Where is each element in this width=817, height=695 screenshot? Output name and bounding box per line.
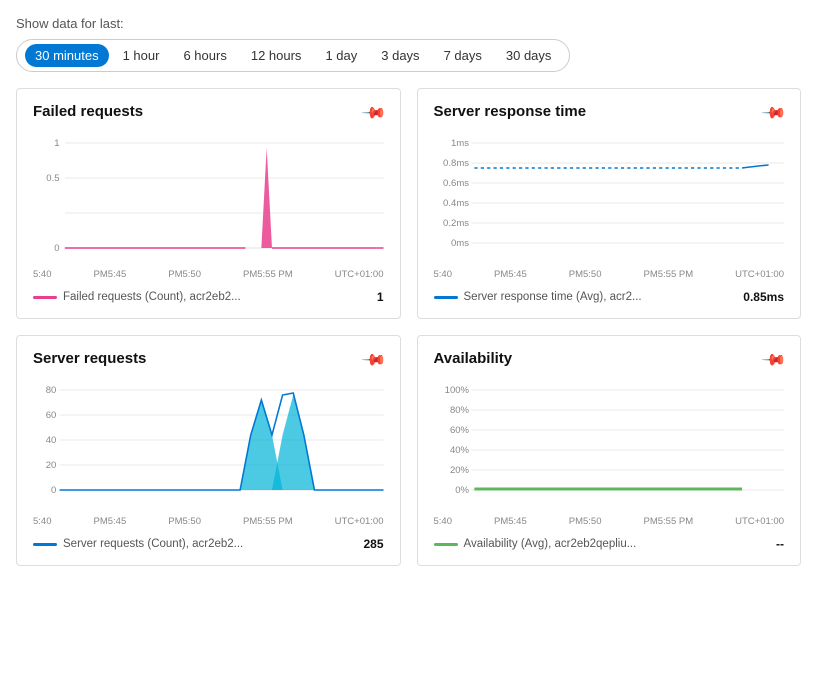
filter-30days[interactable]: 30 days — [496, 44, 562, 67]
svg-text:0: 0 — [54, 243, 59, 253]
server-response-legend-label: Server response time (Avg), acr2... — [464, 291, 642, 303]
failed-requests-card: Failed requests 📌 1 0.5 0 — [16, 88, 401, 319]
svg-text:0%: 0% — [455, 485, 469, 495]
availability-legend-line — [434, 543, 458, 546]
legend-left: Failed requests (Count), acr2eb2... — [33, 291, 241, 303]
server-requests-x-axis: 5:40PM5:45PM5:50PM5:55 PMUTC+01:00 — [33, 516, 384, 527]
svg-text:40%: 40% — [449, 445, 468, 455]
filter-1day[interactable]: 1 day — [315, 44, 367, 67]
svg-text:1ms: 1ms — [451, 138, 469, 148]
pin-icon-2[interactable]: 📌 — [760, 99, 788, 127]
pin-icon[interactable]: 📌 — [359, 99, 387, 127]
availability-chart-area: 100% 80% 60% 40% 20% 0% — [434, 380, 785, 510]
availability-header: Availability 📌 — [434, 350, 785, 370]
server-requests-legend-line — [33, 543, 57, 546]
failed-requests-x-axis: 5:40PM5:45PM5:50PM5:55 PMUTC+01:00 — [33, 269, 384, 280]
availability-title: Availability — [434, 350, 513, 367]
filter-30min[interactable]: 30 minutes — [25, 44, 109, 67]
filter-3days[interactable]: 3 days — [371, 44, 429, 67]
show-data-label: Show data for last: — [16, 16, 801, 31]
server-response-chart-area: 1ms 0.8ms 0.6ms 0.4ms 0.2ms 0ms — [434, 133, 785, 263]
availability-x-axis: 5:40PM5:45PM5:50PM5:55 PMUTC+01:00 — [434, 516, 785, 527]
availability-legend-label: Availability (Avg), acr2eb2qepliu... — [464, 538, 637, 550]
server-response-x-axis: 5:40PM5:45PM5:50PM5:55 PMUTC+01:00 — [434, 269, 785, 280]
svg-text:0ms: 0ms — [451, 238, 469, 248]
legend-left-3: Server requests (Count), acr2eb2... — [33, 538, 243, 550]
server-response-title: Server response time — [434, 103, 587, 120]
filter-7days[interactable]: 7 days — [434, 44, 492, 67]
time-filter-bar: 30 minutes 1 hour 6 hours 12 hours 1 day… — [16, 39, 570, 72]
filter-1hour[interactable]: 1 hour — [113, 44, 170, 67]
charts-grid: Failed requests 📌 1 0.5 0 — [16, 88, 801, 566]
filter-12hours[interactable]: 12 hours — [241, 44, 312, 67]
svg-text:0.4ms: 0.4ms — [443, 198, 469, 208]
svg-text:0.2ms: 0.2ms — [443, 218, 469, 228]
filter-6hours[interactable]: 6 hours — [173, 44, 236, 67]
server-response-card: Server response time 📌 1ms 0.8ms 0.6ms 0… — [417, 88, 802, 319]
server-response-legend-line — [434, 296, 458, 299]
failed-requests-legend-label: Failed requests (Count), acr2eb2... — [63, 291, 241, 303]
svg-text:0.5: 0.5 — [46, 173, 59, 183]
legend-left-4: Availability (Avg), acr2eb2qepliu... — [434, 538, 637, 550]
server-response-header: Server response time 📌 — [434, 103, 785, 123]
server-requests-legend-value: 285 — [363, 537, 383, 551]
svg-text:0.8ms: 0.8ms — [443, 158, 469, 168]
failed-requests-header: Failed requests 📌 — [33, 103, 384, 123]
legend-left-2: Server response time (Avg), acr2... — [434, 291, 642, 303]
pin-icon-3[interactable]: 📌 — [359, 346, 387, 374]
availability-legend: Availability (Avg), acr2eb2qepliu... -- — [434, 537, 785, 551]
failed-requests-legend-value: 1 — [377, 290, 384, 304]
pin-icon-4[interactable]: 📌 — [760, 346, 788, 374]
server-requests-chart-area: 80 60 40 20 0 — [33, 380, 384, 510]
failed-requests-title: Failed requests — [33, 103, 143, 120]
svg-text:100%: 100% — [444, 385, 468, 395]
svg-text:0: 0 — [51, 485, 56, 495]
svg-text:20: 20 — [46, 460, 57, 470]
server-response-legend: Server response time (Avg), acr2... 0.85… — [434, 290, 785, 304]
svg-text:60%: 60% — [449, 425, 468, 435]
availability-legend-value: -- — [776, 537, 784, 551]
failed-requests-legend: Failed requests (Count), acr2eb2... 1 — [33, 290, 384, 304]
svg-text:60: 60 — [46, 410, 57, 420]
server-response-legend-value: 0.85ms — [743, 290, 784, 304]
svg-text:40: 40 — [46, 435, 57, 445]
server-requests-legend-label: Server requests (Count), acr2eb2... — [63, 538, 243, 550]
server-requests-title: Server requests — [33, 350, 146, 367]
failed-requests-legend-line — [33, 296, 57, 299]
svg-text:1: 1 — [54, 138, 59, 148]
server-requests-legend: Server requests (Count), acr2eb2... 285 — [33, 537, 384, 551]
svg-text:80%: 80% — [449, 405, 468, 415]
server-requests-card: Server requests 📌 80 60 40 20 0 — [16, 335, 401, 566]
availability-card: Availability 📌 100% 80% 60% 40% 20% 0% — [417, 335, 802, 566]
server-requests-header: Server requests 📌 — [33, 350, 384, 370]
svg-text:80: 80 — [46, 385, 57, 395]
failed-requests-chart-area: 1 0.5 0 — [33, 133, 384, 263]
svg-text:0.6ms: 0.6ms — [443, 178, 469, 188]
svg-text:20%: 20% — [449, 465, 468, 475]
